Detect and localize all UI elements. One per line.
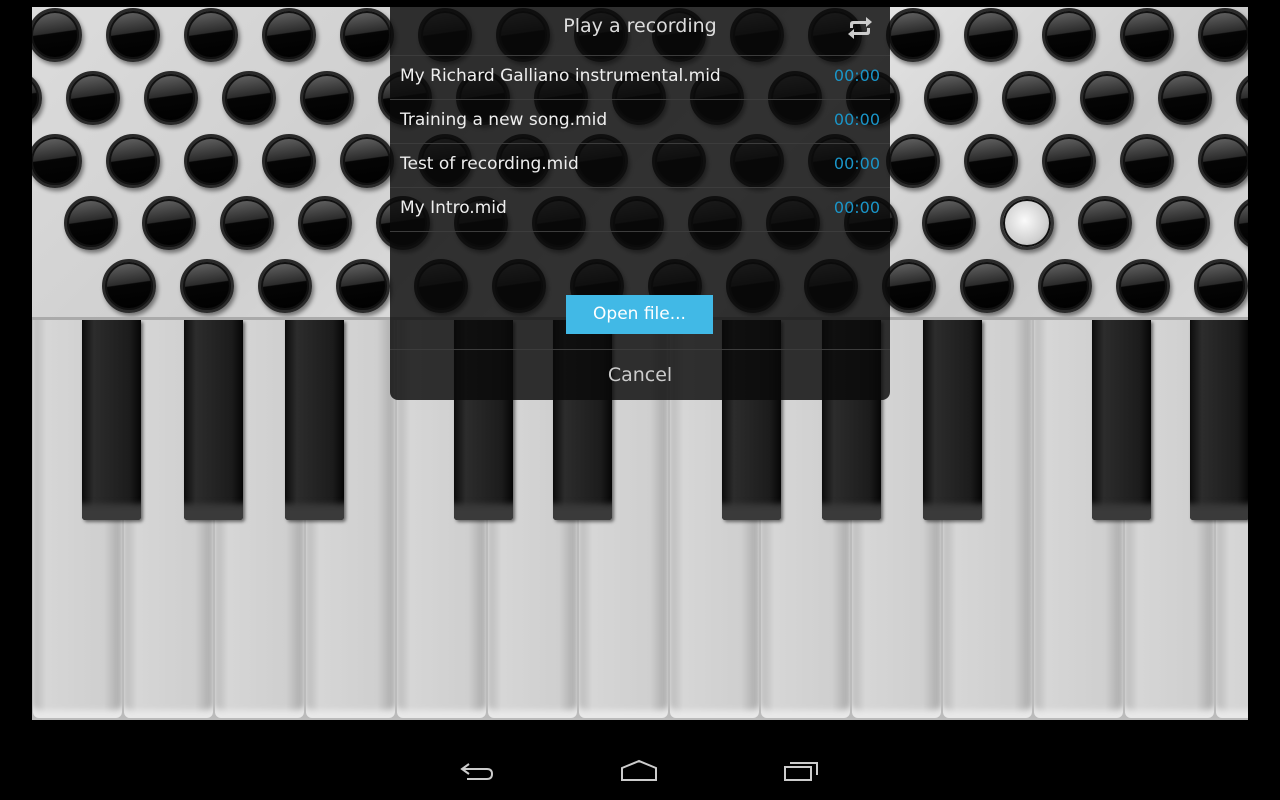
accordion-button[interactable] <box>964 134 1018 188</box>
black-key[interactable] <box>82 320 141 520</box>
recording-list-item[interactable]: My Intro.mid 00:00 <box>390 187 890 231</box>
accordion-button[interactable] <box>960 259 1014 313</box>
accordion-button[interactable] <box>1198 134 1248 188</box>
accordion-button[interactable] <box>144 71 198 125</box>
accordion-button[interactable] <box>336 259 390 313</box>
accordion-button[interactable] <box>142 196 196 250</box>
accordion-button[interactable] <box>106 134 160 188</box>
accordion-button[interactable] <box>1236 71 1248 125</box>
navigation-bar <box>0 740 1280 800</box>
repeat-icon[interactable] <box>846 16 874 40</box>
recording-list-item[interactable]: My Richard Galliano instrumental.mid 00:… <box>390 55 890 99</box>
accordion-button[interactable] <box>1000 196 1054 250</box>
accordion-button[interactable] <box>1038 259 1092 313</box>
accordion-button[interactable] <box>184 8 238 62</box>
recent-apps-icon[interactable] <box>781 758 821 784</box>
accordion-button[interactable] <box>258 259 312 313</box>
accordion-button[interactable] <box>66 71 120 125</box>
accordion-button[interactable] <box>32 134 82 188</box>
accordion-button[interactable] <box>1080 71 1134 125</box>
recording-name: My Richard Galliano instrumental.mid <box>400 66 721 86</box>
accordion-button[interactable] <box>1194 259 1248 313</box>
accordion-button[interactable] <box>340 134 394 188</box>
recording-duration: 00:00 <box>833 110 880 129</box>
accordion-button[interactable] <box>1002 71 1056 125</box>
accordion-button[interactable] <box>1156 196 1210 250</box>
accordion-button[interactable] <box>1042 8 1096 62</box>
accordion-button[interactable] <box>1042 134 1096 188</box>
black-key[interactable] <box>184 320 243 520</box>
accordion-button[interactable] <box>184 134 238 188</box>
open-file-button[interactable]: Open file... <box>566 295 713 334</box>
accordion-button[interactable] <box>32 8 82 62</box>
accordion-button[interactable] <box>924 71 978 125</box>
accordion-button[interactable] <box>964 8 1018 62</box>
accordion-button[interactable] <box>106 8 160 62</box>
accordion-button[interactable] <box>882 259 936 313</box>
recording-duration: 00:00 <box>833 154 880 173</box>
accordion-button[interactable] <box>1198 8 1248 62</box>
recording-duration: 00:00 <box>833 198 880 217</box>
accordion-button[interactable] <box>1120 8 1174 62</box>
black-key[interactable] <box>1092 320 1151 520</box>
accordion-button[interactable] <box>262 134 316 188</box>
accordion-button[interactable] <box>262 8 316 62</box>
accordion-button[interactable] <box>1078 196 1132 250</box>
black-key[interactable] <box>285 320 344 520</box>
home-icon[interactable] <box>619 758 659 784</box>
recording-duration: 00:00 <box>833 66 880 85</box>
accordion-button[interactable] <box>32 71 42 125</box>
recording-name: My Intro.mid <box>400 198 507 218</box>
recording-name: Test of recording.mid <box>400 154 579 174</box>
accordion-button[interactable] <box>922 196 976 250</box>
accordion-button[interactable] <box>886 134 940 188</box>
accordion-button[interactable] <box>300 71 354 125</box>
dialog-title: Play a recording <box>563 15 717 37</box>
accordion-button[interactable] <box>180 259 234 313</box>
accordion-button[interactable] <box>1120 134 1174 188</box>
accordion-button[interactable] <box>222 71 276 125</box>
accordion-button[interactable] <box>340 8 394 62</box>
play-recording-dialog: Play a recording My Richard Galliano ins… <box>390 7 890 400</box>
divider <box>390 231 890 232</box>
cancel-button[interactable]: Cancel <box>390 350 890 400</box>
accordion-button[interactable] <box>1234 196 1248 250</box>
back-icon[interactable] <box>457 758 497 784</box>
recording-list-item[interactable]: Training a new song.mid 00:00 <box>390 99 890 143</box>
accordion-button[interactable] <box>1158 71 1212 125</box>
accordion-button[interactable] <box>64 196 118 250</box>
accordion-button[interactable] <box>220 196 274 250</box>
accordion-button[interactable] <box>298 196 352 250</box>
black-key[interactable] <box>1190 320 1248 520</box>
recording-list-item[interactable]: Test of recording.mid 00:00 <box>390 143 890 187</box>
black-key[interactable] <box>923 320 982 520</box>
accordion-button[interactable] <box>102 259 156 313</box>
accordion-button[interactable] <box>1116 259 1170 313</box>
recording-name: Training a new song.mid <box>400 110 608 130</box>
accordion-button[interactable] <box>886 8 940 62</box>
